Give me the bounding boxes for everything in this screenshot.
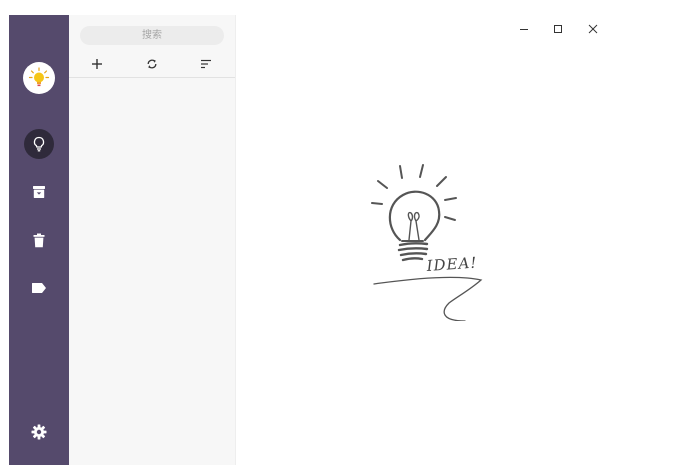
avatar[interactable] (23, 62, 55, 94)
sort-icon (201, 59, 211, 69)
list-toolbar (69, 51, 235, 78)
search-input[interactable] (80, 26, 224, 45)
lightbulb-sun-icon (28, 67, 50, 87)
lightbulb-icon (33, 136, 45, 152)
close-button[interactable] (581, 20, 605, 38)
archive-box-icon (33, 186, 45, 198)
gear-icon (31, 424, 47, 440)
sort-button[interactable] (196, 54, 216, 74)
trash-icon (33, 233, 45, 247)
maximize-icon (554, 25, 562, 33)
minimize-button[interactable] (512, 20, 536, 38)
app-window: IDEA! (9, 15, 679, 465)
sidebar-item-notes[interactable] (24, 129, 54, 159)
maximize-button[interactable] (546, 20, 570, 38)
sidebar-item-archive[interactable] (24, 177, 54, 207)
idea-lightbulb-illustration: IDEA! (371, 164, 483, 321)
sidebar (9, 15, 69, 465)
minimize-icon (520, 29, 528, 30)
sidebar-item-tags[interactable] (24, 273, 54, 303)
note-content-area: IDEA! (236, 15, 679, 465)
close-icon (588, 24, 598, 34)
sync-button[interactable] (142, 54, 162, 74)
idea-label: IDEA! (425, 253, 478, 275)
plus-icon (92, 59, 102, 69)
settings-button[interactable] (24, 417, 54, 447)
add-note-button[interactable] (87, 54, 107, 74)
sync-icon (147, 59, 157, 69)
sidebar-item-trash[interactable] (24, 225, 54, 255)
tag-icon (32, 283, 46, 293)
note-list-panel (69, 15, 236, 465)
